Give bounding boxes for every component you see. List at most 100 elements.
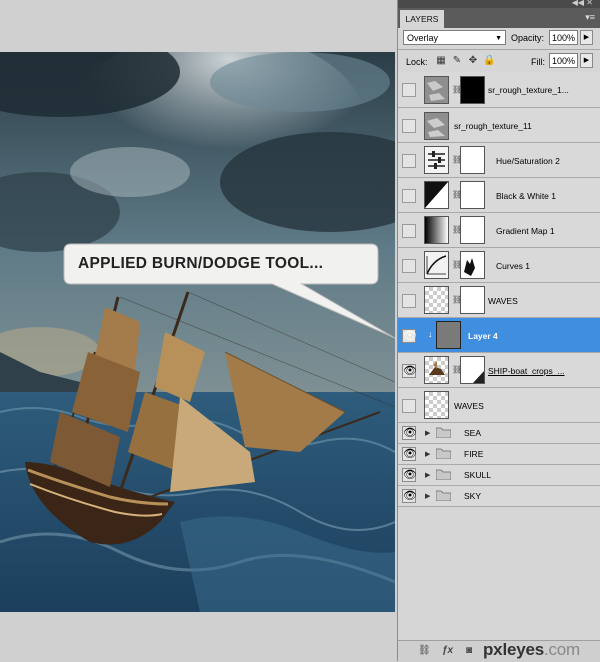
link-icon: ⛓ [452, 190, 463, 199]
visibility-toggle[interactable] [402, 294, 416, 308]
eye-icon[interactable]: 👁 [402, 489, 417, 503]
layer-row[interactable]: ⛓ Gradient Map 1 [398, 213, 600, 248]
visibility-toggle[interactable] [402, 259, 416, 273]
document-canvas-area: APPLIED BURN/DODGE TOOL... [0, 0, 398, 661]
group-name: FIRE [464, 449, 484, 459]
layer-row[interactable]: ⛓ Curves 1 [398, 248, 600, 283]
layer-name: WAVES [454, 401, 484, 411]
blend-mode-select[interactable]: Overlay ▼ [403, 30, 506, 45]
expand-triangle-icon[interactable]: ▶ [425, 450, 430, 458]
eye-icon[interactable]: 👁 [402, 447, 417, 461]
eye-icon[interactable]: 👁 [402, 364, 417, 378]
layer-row[interactable]: ⛓ Black & White 1 [398, 178, 600, 213]
fill-input[interactable]: 100% [549, 53, 578, 68]
opacity-slider-button[interactable]: ▶ [580, 30, 593, 45]
callout-pointer [269, 283, 396, 339]
hue-saturation-adjustment-icon [424, 146, 449, 174]
folder-icon [436, 469, 451, 480]
layer-name: Hue/Saturation 2 [496, 156, 560, 166]
layer-name: Gradient Map 1 [496, 226, 555, 236]
layer-row[interactable]: WAVES [398, 388, 600, 423]
link-icon: ⛓ [452, 365, 463, 374]
gradient-map-adjustment-icon [424, 216, 449, 244]
lock-label: Lock: [406, 57, 428, 67]
white-mask-thumbnail [460, 216, 485, 244]
visibility-toggle[interactable] [402, 399, 416, 413]
panel-dock-bar: ◀◀ ✕ [398, 0, 600, 8]
eye-icon[interactable]: 👁 [402, 329, 417, 343]
link-icon: ⛓ [452, 260, 463, 269]
lock-brush-icon[interactable]: ✎ [451, 55, 463, 67]
transparent-thumbnail [424, 286, 449, 314]
gray-layer-thumbnail [436, 321, 461, 349]
layer-name: sr_rough_texture_11 [454, 121, 532, 131]
layer-name: WAVES [488, 296, 518, 306]
black-white-adjustment-icon [424, 181, 449, 209]
layer-row[interactable]: ⛓ sr_rough_texture_1... [398, 72, 600, 108]
watermark-suffix: .com [543, 640, 581, 659]
layer-name: sr_rough_texture_1... [488, 85, 569, 95]
watermark-brand: pxleyes [483, 640, 544, 659]
layer-group-row[interactable]: 👁 ▶ SKULL [398, 465, 600, 486]
group-name: SEA [464, 428, 482, 438]
white-mask-thumbnail [460, 181, 485, 209]
panel-tab-row: LAYERS ▾≡ [398, 8, 600, 28]
layer-name: Curves 1 [496, 261, 531, 271]
black-mask-thumbnail [460, 76, 485, 104]
lock-transparency-icon[interactable]: ▦ [435, 55, 447, 67]
group-name: SKULL [464, 470, 491, 480]
pxleyes-watermark: pxleyes.com [483, 640, 580, 660]
layer-name: Layer 4 [468, 331, 498, 341]
white-mask-thumbnail [460, 356, 485, 384]
add-mask-icon[interactable]: ◙ [466, 645, 472, 656]
visibility-toggle[interactable] [402, 189, 416, 203]
opacity-input[interactable]: 100% [549, 30, 578, 45]
link-icon: ⛓ [452, 85, 463, 94]
folder-icon [436, 448, 451, 459]
blend-mode-value: Overlay [407, 33, 439, 43]
fill-slider-button[interactable]: ▶ [580, 53, 593, 68]
clip-arrow-icon: ↓ [428, 329, 433, 339]
collapse-arrows-icon[interactable]: ◀◀ ✕ [572, 0, 593, 7]
texture-thumbnail [424, 76, 449, 104]
dropdown-caret-icon: ▼ [495, 35, 502, 42]
visibility-toggle[interactable] [402, 224, 416, 238]
expand-triangle-icon[interactable]: ▶ [425, 429, 430, 437]
layer-name: Black & White 1 [496, 191, 556, 201]
fx-icon[interactable]: ƒx [442, 645, 453, 656]
texture-thumbnail [424, 112, 449, 140]
layer-group-row[interactable]: 👁 ▶ SKY [398, 486, 600, 507]
panel-menu-icon[interactable]: ▾≡ [585, 12, 595, 23]
transparent-thumbnail [424, 391, 449, 419]
layer-row[interactable]: sr_rough_texture_11 [398, 108, 600, 143]
curves-adjustment-icon [424, 251, 449, 279]
ship-thumbnail [424, 356, 449, 384]
folder-icon [436, 490, 451, 501]
tab-layers[interactable]: LAYERS [400, 10, 444, 28]
link-icon: ⛓ [452, 295, 463, 304]
layer-row[interactable]: ⛓ Hue/Saturation 2 [398, 143, 600, 178]
lock-move-icon[interactable]: ✥ [467, 55, 479, 67]
layer-row-selected[interactable]: 👁 ↓ Layer 4 [398, 318, 600, 353]
visibility-toggle[interactable] [402, 119, 416, 133]
mask-thumbnail [460, 251, 485, 279]
group-name: SKY [464, 491, 482, 501]
white-mask-thumbnail [460, 286, 485, 314]
eye-icon[interactable]: 👁 [402, 426, 417, 440]
fill-label: Fill: [531, 57, 545, 67]
expand-triangle-icon[interactable]: ▶ [425, 492, 430, 500]
callout-text: APPLIED BURN/DODGE TOOL... [78, 255, 324, 272]
layer-row[interactable]: 👁 ⛓ SHIP-boat_crops_... [398, 353, 600, 388]
layer-group-row[interactable]: 👁 ▶ FIRE [398, 444, 600, 465]
link-layers-icon[interactable]: ⛓ [418, 645, 431, 656]
expand-triangle-icon[interactable]: ▶ [425, 471, 430, 479]
visibility-toggle[interactable] [402, 83, 416, 97]
link-icon: ⛓ [452, 155, 463, 164]
visibility-toggle[interactable] [402, 154, 416, 168]
opacity-label: Opacity: [511, 33, 545, 43]
layer-group-row[interactable]: 👁 ▶ SEA [398, 423, 600, 444]
white-mask-thumbnail [460, 146, 485, 174]
lock-all-icon[interactable]: 🔒 [483, 55, 495, 67]
eye-icon[interactable]: 👁 [402, 468, 417, 482]
layer-row[interactable]: ⛓ WAVES [398, 283, 600, 318]
